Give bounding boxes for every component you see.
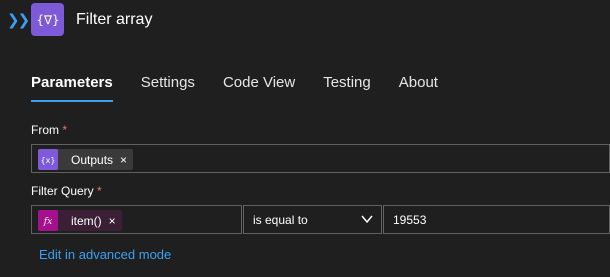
chevron-down-icon (361, 215, 373, 224)
filter-array-icon: {∇} (31, 3, 64, 36)
fx-icon: fx (38, 210, 58, 231)
svg-text:fx: fx (43, 217, 52, 227)
variable-icon: {x} (38, 149, 58, 170)
token-label: item() (71, 213, 102, 228)
outputs-token[interactable]: {x} Outputs × (38, 149, 134, 170)
token-label: Outputs (71, 152, 114, 167)
svg-text:{x}: {x} (41, 156, 55, 165)
remove-token-icon[interactable]: × (120, 153, 127, 167)
filter-query-label: Filter Query * (31, 184, 102, 198)
filter-query-label-text: Filter Query (31, 184, 94, 198)
tab-testing[interactable]: Testing (323, 72, 371, 102)
from-input[interactable]: {x} Outputs × (31, 144, 610, 173)
action-header: ❯❯ {∇} Filter array (0, 0, 610, 42)
operator-value: is equal to (253, 213, 308, 227)
required-mark: * (62, 123, 68, 137)
required-mark: * (97, 184, 102, 198)
edit-advanced-mode-link[interactable]: Edit in advanced mode (39, 247, 171, 262)
svg-text:{∇}: {∇} (37, 13, 59, 27)
tab-about[interactable]: About (399, 72, 438, 102)
remove-token-icon[interactable]: × (109, 214, 116, 228)
tab-settings[interactable]: Settings (141, 72, 195, 102)
filter-left-operand-input[interactable]: fx item() × (31, 205, 242, 234)
item-token[interactable]: fx item() × (38, 210, 122, 231)
from-label: From * (31, 123, 67, 137)
action-title: Filter array (76, 11, 153, 28)
tab-bar: Parameters Settings Code View Testing Ab… (31, 72, 466, 102)
tab-parameters[interactable]: Parameters (31, 72, 113, 102)
right-operand-value: 19553 (393, 213, 427, 227)
from-label-text: From (31, 123, 59, 137)
filter-right-operand-input[interactable]: 19553 (383, 205, 610, 234)
operator-select[interactable]: is equal to (243, 205, 382, 234)
tab-code-view[interactable]: Code View (223, 72, 295, 102)
expand-icon[interactable]: ❯❯ (7, 10, 30, 30)
